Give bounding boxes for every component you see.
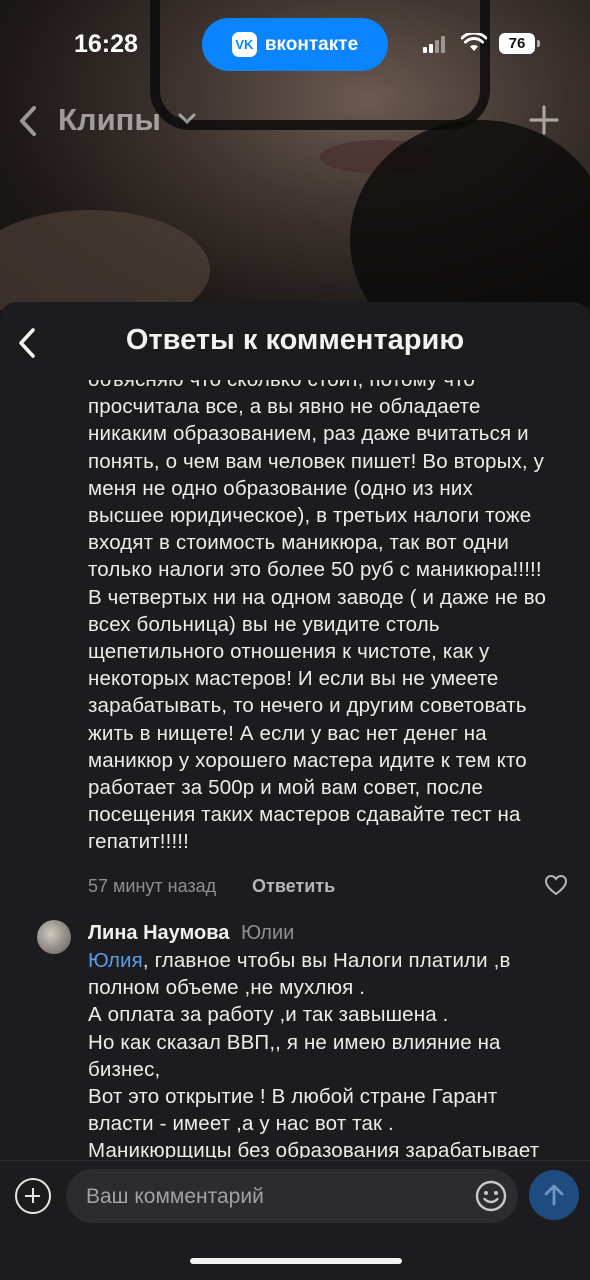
send-button[interactable] [529, 1170, 579, 1220]
clips-title[interactable]: Клипы [58, 102, 161, 138]
comment-author-row: Лина Наумова Юлии [88, 922, 294, 945]
clips-header: Клипы [0, 92, 590, 152]
add-attachment-plus-icon[interactable] [15, 1178, 51, 1214]
comment-meta: 57 минут назад Ответить [88, 872, 578, 902]
status-time: 16:28 [74, 30, 138, 58]
sheet-title: Ответы к комментарию [125, 324, 465, 356]
comment-input[interactable] [84, 1169, 468, 1225]
chevron-down-icon[interactable] [178, 112, 196, 126]
reply-to-name: Юлии [240, 922, 295, 944]
author-name[interactable]: Лина Наумова [88, 922, 229, 944]
battery-indicator: 76 [499, 33, 540, 54]
add-clip-plus-icon[interactable] [528, 104, 560, 136]
replies-sheet: Ответы к комментарию объясняю что скольк… [0, 302, 590, 1280]
comment-body: , главное чтобы вы Налоги платили ,в пол… [88, 949, 540, 1158]
reply-button[interactable]: Ответить [252, 876, 335, 897]
comment-input-box[interactable] [66, 1169, 518, 1225]
smiley-icon[interactable] [474, 1179, 508, 1213]
vk-app-label: вконтакте [264, 33, 359, 55]
cellular-signal-icon [423, 36, 447, 53]
comment-time: 57 минут назад [88, 876, 217, 896]
avatar[interactable] [37, 920, 71, 954]
clips-back-icon[interactable] [16, 104, 40, 138]
status-bar: 16:28 VK вконтакте 76 [0, 0, 590, 88]
home-indicator[interactable] [190, 1258, 402, 1264]
sheet-header: Ответы к комментарию [0, 302, 590, 382]
mention-link[interactable]: Юлия [88, 949, 143, 972]
vk-app-pill[interactable]: VK вконтакте [202, 18, 388, 71]
wifi-icon [461, 33, 487, 51]
comment-text: объясняю что сколько стоит, потому что п… [88, 380, 547, 854]
comments-scroll-area[interactable]: объясняю что сколько стоит, потому что п… [0, 380, 590, 1158]
comment-text: Юлия, главное чтобы вы Налоги платили ,в… [88, 947, 578, 1158]
arrow-up-icon [544, 1184, 564, 1206]
vk-logo-icon: VK [231, 32, 257, 57]
heart-icon[interactable] [544, 874, 568, 896]
